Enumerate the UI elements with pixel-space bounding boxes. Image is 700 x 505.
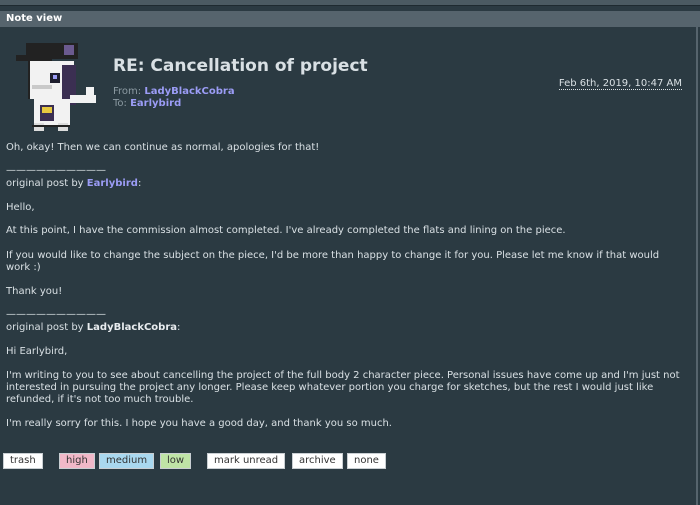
note-date: Feb 6th, 2019, 10:47 AM: [558, 78, 682, 90]
message-paragraph: I'm writing to you to see about cancelli…: [6, 370, 680, 405]
original-post-line: original post by Earlybird:: [6, 178, 141, 190]
reply-text: Oh, okay! Then we can continue as normal…: [6, 142, 320, 153]
message-paragraph: Thank you!: [6, 286, 63, 297]
archive-button[interactable]: archive: [292, 453, 343, 469]
original-post-user-link[interactable]: Earlybird: [87, 178, 138, 189]
original-post-prefix: original post by: [6, 322, 84, 333]
original-post-suffix: :: [177, 322, 181, 333]
avatar-image: [16, 43, 96, 131]
message-paragraph: Hello,: [6, 202, 35, 213]
from-user-link[interactable]: LadyBlackCobra: [144, 86, 234, 97]
message-paragraph: If you would like to change the subject …: [6, 250, 660, 273]
priority-none-button[interactable]: none: [347, 453, 386, 469]
original-post-line: original post by LadyBlackCobra:: [6, 322, 180, 334]
to-user-link[interactable]: Earlybird: [130, 98, 181, 109]
from-label: From:: [113, 86, 142, 97]
message-paragraph: I'm really sorry for this. I hope you ha…: [6, 418, 392, 429]
priority-low-button[interactable]: low: [160, 453, 192, 469]
to-label: To:: [113, 98, 127, 109]
trash-button[interactable]: trash: [3, 453, 43, 469]
sender-avatar[interactable]: [6, 35, 106, 135]
separator: ——————————: [6, 309, 106, 320]
mark-unread-button[interactable]: mark unread: [207, 453, 286, 469]
message-paragraph: At this point, I have the commission alm…: [6, 225, 566, 236]
from-line: From: LadyBlackCobra: [113, 86, 235, 97]
note-subject: RE: Cancellation of project: [113, 56, 368, 76]
message-paragraph: Hi Earlybird,: [6, 346, 68, 357]
separator: ——————————: [6, 165, 106, 176]
original-post-suffix: :: [137, 178, 142, 189]
original-post-user: LadyBlackCobra: [86, 322, 178, 333]
top-border: [0, 0, 700, 6]
note-view-header: Note view: [0, 11, 700, 27]
priority-high-button[interactable]: high: [59, 453, 95, 469]
original-post-prefix: original post by: [6, 178, 84, 189]
priority-medium-button[interactable]: medium: [99, 453, 155, 469]
to-line: To: Earlybird: [113, 98, 181, 109]
